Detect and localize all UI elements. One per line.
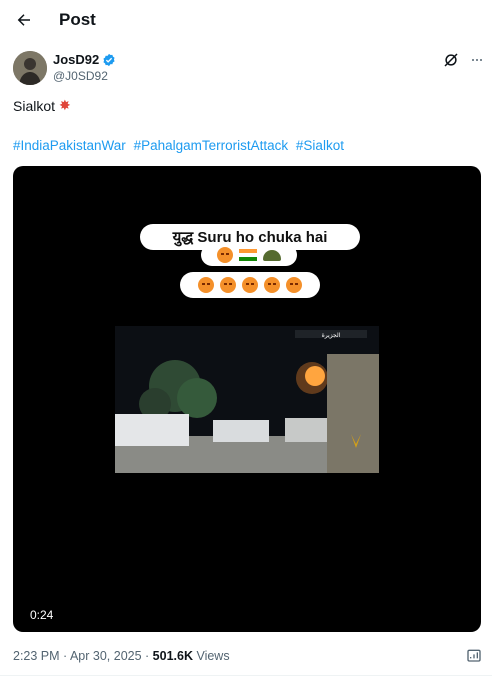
hashtag-link[interactable]: #Sialkot [296, 138, 344, 153]
post-text: Sialkot ✸ [13, 97, 71, 114]
angry-face-icon [217, 247, 233, 263]
angry-face-icon [220, 277, 236, 293]
more-icon [472, 59, 474, 61]
post-meta: 2:23 PM · Apr 30, 2025 · 501.6K Views [13, 649, 230, 663]
angry-face-icon [286, 277, 302, 293]
emoji-sticker-row [180, 272, 320, 298]
grok-icon [444, 53, 458, 67]
collision-emoji: ✸ [59, 97, 71, 113]
hashtag-link[interactable]: #IndiaPakistanWar [13, 138, 126, 153]
author-display-name[interactable]: JosD92 [53, 52, 99, 67]
analytics-icon [467, 649, 481, 662]
grok-button[interactable] [442, 51, 460, 69]
views-count: 501.6K [152, 649, 193, 663]
video-frame: الجزيرة [115, 326, 379, 473]
video-channel-caption: الجزيرة [322, 332, 341, 339]
angry-face-icon [198, 277, 214, 293]
views-label: Views [192, 649, 230, 663]
analytics-button[interactable] [466, 647, 482, 663]
more-button[interactable] [469, 52, 485, 68]
arrow-left-icon [17, 14, 30, 26]
emoji-sticker-row [201, 244, 297, 266]
divider [0, 675, 492, 676]
header: Post [0, 0, 492, 40]
hashtags: #IndiaPakistanWar #PahalgamTerroristAtta… [13, 138, 348, 153]
back-button[interactable] [12, 8, 36, 32]
angry-face-icon [242, 277, 258, 293]
video-player[interactable]: युद्ध Suru ho chuka hai الجزيرة 0:24 [13, 166, 481, 632]
avatar[interactable] [13, 51, 47, 85]
india-flag-icon [239, 249, 257, 261]
helmet-icon [263, 249, 281, 261]
hashtag-link[interactable]: #PahalgamTerroristAttack [134, 138, 289, 153]
verified-badge-icon [103, 53, 115, 66]
video-duration: 0:24 [30, 608, 54, 622]
page-title: Post [59, 10, 96, 29]
author-name-row: JosD92 [53, 52, 116, 67]
post-body: Sialkot [13, 97, 56, 114]
post-timestamp[interactable]: 2:23 PM · Apr 30, 2025 · [13, 649, 153, 663]
angry-face-icon [264, 277, 280, 293]
author-handle[interactable]: @J0SD92 [53, 69, 108, 83]
